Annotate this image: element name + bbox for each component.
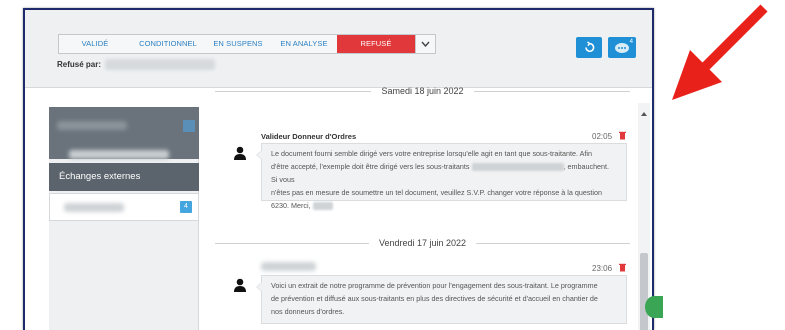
messages-scrollbar[interactable] (638, 103, 650, 330)
sidebar: Échanges externes 4 (49, 107, 199, 330)
date-separator: Vendredi 17 juin 2022 (215, 236, 631, 250)
trash-icon (619, 131, 626, 140)
message-bubble: Voici un extrait de notre programme de p… (256, 275, 627, 324)
status-conditionnel-button[interactable]: CONDITIONNEL (131, 35, 205, 53)
message-text: 6230. Merci, (271, 201, 311, 210)
chat-button[interactable]: 4 (608, 37, 636, 58)
trash-icon (619, 263, 626, 272)
separator-line (215, 90, 372, 92)
status-refuse-button[interactable]: REFUSÉ (337, 35, 415, 53)
message-line: d'être accepté, l'exemple doit être diri… (271, 160, 617, 186)
status-en-analyse-button[interactable]: EN ANALYSE (271, 35, 337, 53)
message-text: d'être accepté, l'exemple doit être diri… (271, 162, 470, 171)
chat-badge: 4 (629, 39, 633, 45)
message-line: Le document fourni semble dirigé vers vo… (271, 149, 592, 158)
redacted-text (471, 163, 564, 172)
message-time: 02:05 (592, 132, 613, 141)
redacted-text (312, 202, 333, 211)
sidebar-redacted-title (57, 121, 127, 130)
message-line: Voici un extrait de notre programme de p… (271, 281, 598, 290)
reset-icon (584, 41, 594, 53)
sidebar-subitem[interactable]: 4 (49, 193, 199, 221)
refused-by-label: Refusé par: (57, 60, 102, 69)
delete-message-button[interactable] (619, 263, 626, 274)
sidebar-item-external-exchanges[interactable]: Échanges externes (49, 163, 199, 191)
user-icon (234, 278, 246, 292)
message-author-redacted (261, 262, 316, 271)
scroll-thumb[interactable] (640, 253, 648, 330)
chevron-down-icon (421, 41, 430, 47)
reset-button[interactable] (576, 37, 602, 58)
sidebar-subitem-count: 4 (180, 201, 192, 213)
date-separator: Samedi 18 juin 2022 (215, 84, 630, 98)
separator-line (476, 242, 631, 244)
message-line: nos donneurs d'ordres. (271, 307, 345, 316)
status-dropdown[interactable] (415, 35, 435, 53)
status-valide-button[interactable]: VALIDÉ (59, 35, 131, 53)
separator-line (215, 242, 369, 244)
messages-panel: Samedi 18 juin 2022 Valideur Donneur d'O… (201, 86, 652, 330)
message-bubble: Le document fourni semble dirigé vers vo… (256, 143, 627, 211)
sidebar-subitem-redacted-label (64, 203, 124, 212)
separator-line (473, 90, 630, 92)
date-label: Samedi 18 juin 2022 (381, 86, 464, 96)
message-author: Valideur Donneur d'Ordres (261, 132, 357, 141)
app-frame: VALIDÉ CONDITIONNEL EN SUSPENS EN ANALYS… (23, 8, 654, 330)
message-line: de prévention et diffusé aux sous-traita… (271, 294, 598, 303)
message-line: 6230. Merci, (271, 199, 617, 212)
message-time: 23:06 (592, 264, 613, 273)
delete-message-button[interactable] (619, 131, 626, 142)
red-arrow-annotation (672, 4, 768, 100)
date-label: Vendredi 17 juin 2022 (378, 238, 467, 248)
message-line: n'êtes pas en mesure de soumettre un tel… (271, 188, 603, 197)
sidebar-count-badge (183, 120, 195, 132)
refused-by-value-redacted (105, 59, 215, 70)
status-en-suspens-button[interactable]: EN SUSPENS (205, 35, 271, 53)
sidebar-redacted-item (69, 150, 169, 159)
scroll-up-icon[interactable] (641, 112, 647, 116)
chat-icon (615, 42, 629, 53)
status-toolbar: VALIDÉ CONDITIONNEL EN SUSPENS EN ANALYS… (25, 10, 652, 88)
user-icon (234, 146, 246, 160)
chat-widget-button[interactable] (645, 296, 663, 318)
status-selector: VALIDÉ CONDITIONNEL EN SUSPENS EN ANALYS… (58, 34, 436, 54)
